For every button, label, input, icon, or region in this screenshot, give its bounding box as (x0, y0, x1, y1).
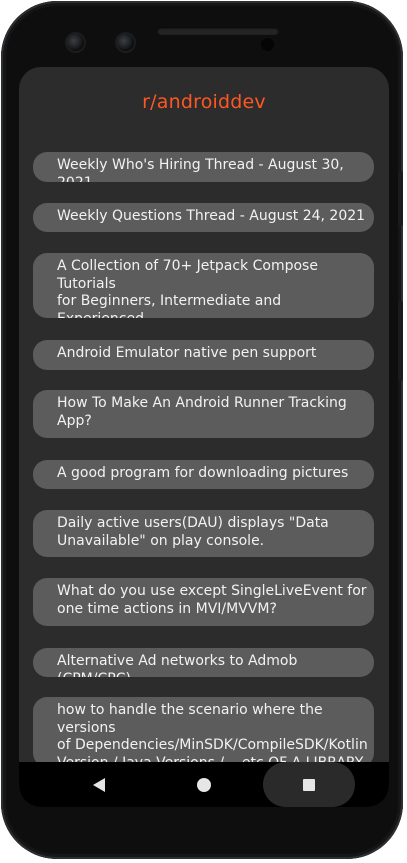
phone-frame: r/androiddev Weekly Who's Hiring Thread … (1, 1, 403, 859)
app-screen: r/androiddev Weekly Who's Hiring Thread … (19, 67, 389, 807)
volume-button (398, 171, 403, 226)
recents-square-icon (303, 778, 315, 791)
post-item-5[interactable]: How To Make An Android Runner Tracking A… (33, 390, 374, 438)
post-item-9[interactable]: Alternative Ad networks to Admob (CPM/CP… (33, 648, 374, 677)
front-camera-icon (67, 34, 84, 51)
back-triangle-icon (93, 777, 105, 792)
post-item-3[interactable]: A Collection of 70+ Jetpack Compose Tuto… (33, 253, 374, 318)
post-item-7[interactable]: Daily active users(DAU) displays "Data U… (33, 510, 374, 557)
post-item-8[interactable]: What do you use except SingleLiveEvent f… (33, 578, 374, 626)
recents-button[interactable] (263, 762, 355, 807)
post-item-6[interactable]: A good program for downloading pictures (33, 460, 374, 489)
back-button[interactable] (79, 762, 119, 807)
home-button[interactable] (184, 762, 224, 807)
power-button (398, 301, 403, 381)
system-navigation-bar (19, 762, 389, 807)
earpiece-speaker (157, 27, 279, 35)
subreddit-title: r/androiddev (142, 91, 266, 113)
post-item-2[interactable]: Weekly Questions Thread - August 24, 202… (33, 203, 374, 232)
post-list[interactable]: Weekly Who's Hiring Thread - August 30, … (19, 151, 389, 762)
post-item-1[interactable]: Weekly Who's Hiring Thread - August 30, … (33, 152, 374, 182)
proximity-sensor (261, 38, 274, 51)
post-item-4[interactable]: Android Emulator native pen support (33, 340, 374, 370)
post-item-10[interactable]: how to handle the scenario where the ver… (33, 697, 374, 762)
home-circle-icon (197, 777, 211, 792)
front-camera-secondary-icon (117, 34, 134, 51)
